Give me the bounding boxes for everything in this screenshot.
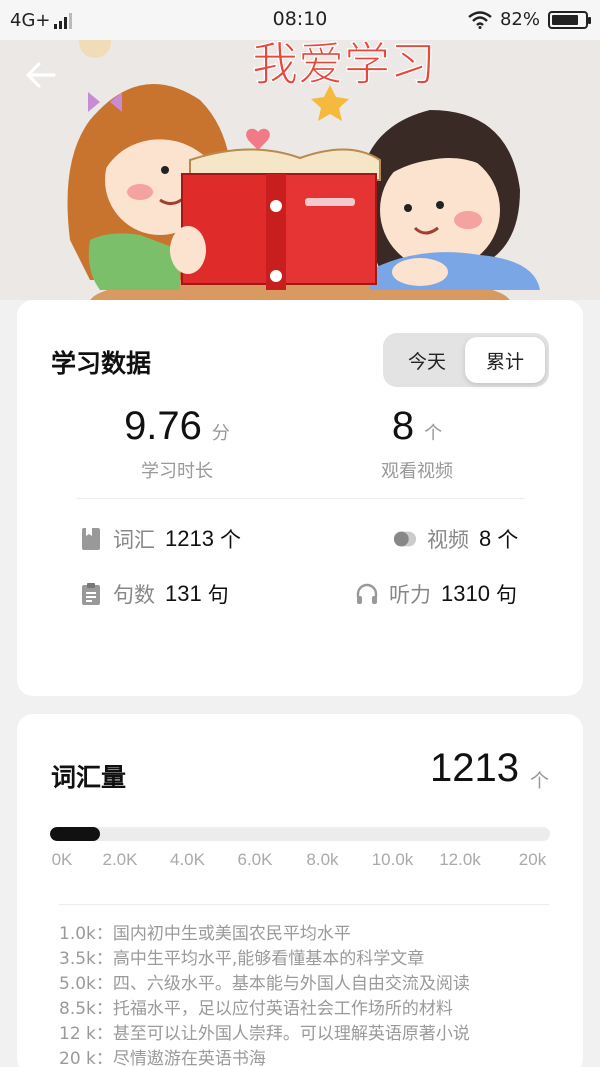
videos-metric: 8个 观看视频 xyxy=(317,404,517,483)
clipboard-icon xyxy=(79,582,103,606)
stat-videos-value: 8 xyxy=(479,526,492,551)
period-toggle: 今天 累计 xyxy=(383,333,549,387)
duration-metric: 9.76 分 学习时长 xyxy=(77,404,277,483)
book-icon xyxy=(79,527,103,551)
stat-listening-label: 听力 xyxy=(389,583,431,607)
status-bar: 4G+ 08:10 82% xyxy=(0,0,600,40)
divider xyxy=(59,904,549,905)
back-arrow-icon xyxy=(26,62,56,88)
battery-percent: 82% xyxy=(499,9,540,30)
toggle-today[interactable]: 今天 xyxy=(387,337,467,383)
videos-value: 8 xyxy=(391,404,415,448)
banner: 我爱学习 xyxy=(0,40,600,300)
stat-vocabulary-unit: 个 xyxy=(219,528,241,552)
vocabulary-level-row: 3.5k：高中生平均水平,能够看懂基本的科学文章 xyxy=(59,949,425,969)
banner-title-art: 我爱学习 xyxy=(252,40,436,91)
study-data-title: 学习数据 xyxy=(51,349,152,378)
scale-tick: 2.0K xyxy=(102,850,138,869)
study-data-card: 学习数据 今天 累计 9.76 分 学习时长 8个 观看视频 词汇 1213 个 … xyxy=(17,300,583,696)
vocabulary-unit: 个 xyxy=(529,770,549,792)
duration-label: 学习时长 xyxy=(141,461,213,482)
scale-tick: 0K xyxy=(51,850,73,869)
scale-tick: 20k xyxy=(518,850,547,869)
stat-videos-label: 视频 xyxy=(427,528,469,552)
kids-reading-illustration: 我爱学习 xyxy=(67,40,540,300)
scale-tick: 12.0k xyxy=(439,850,481,869)
vocabulary-progress-fill xyxy=(50,827,100,841)
scale-tick: 4.0K xyxy=(170,850,205,869)
vocabulary-level-row: 20 k：尽情遨游在英语书海 xyxy=(59,1049,266,1067)
vocabulary-levels: 1.0k：国内初中生或美国农民平均水平 3.5k：高中生平均水平,能够看懂基本的科… xyxy=(59,922,470,1067)
video-toggle-icon xyxy=(393,527,417,551)
back-button[interactable] xyxy=(24,58,58,92)
stat-videos: 视频 8 个 xyxy=(393,524,518,554)
stat-vocabulary-label: 词汇 xyxy=(113,528,155,552)
stat-videos-unit: 个 xyxy=(497,528,519,552)
vocabulary-value: 1213 xyxy=(430,746,519,790)
stat-sentences-value: 131 xyxy=(165,581,202,606)
vocabulary-card: 词汇量 1213 个 0K 2.0K 4.0K 6.0K 8.0k 10.0k 12.0k 2… xyxy=(17,714,583,1067)
vocabulary-level-row: 12 k：甚至可以让外国人崇拜。可以理解英语原著小说 xyxy=(59,1024,470,1044)
scale-tick: 6.0K xyxy=(237,850,273,869)
wifi-icon xyxy=(468,10,492,29)
duration-unit: 分 xyxy=(211,423,230,444)
headphones-icon xyxy=(355,582,379,606)
stat-listening: 听力 1310 句 xyxy=(355,579,517,609)
stat-vocabulary: 词汇 1213 个 xyxy=(79,524,241,554)
vocabulary-title: 词汇量 xyxy=(51,763,127,792)
stat-sentences: 句数 131 句 xyxy=(79,579,229,609)
stat-sentences-label: 句数 xyxy=(113,583,155,607)
toggle-total[interactable]: 累计 xyxy=(465,337,545,383)
videos-label: 观看视频 xyxy=(381,461,453,482)
videos-unit: 个 xyxy=(424,423,443,444)
battery-icon xyxy=(548,10,591,29)
scale-tick: 8.0k xyxy=(306,850,339,869)
vocabulary-level-row: 1.0k：国内初中生或美国农民平均水平 xyxy=(59,924,351,944)
stat-vocabulary-value: 1213 xyxy=(165,526,214,551)
vocabulary-level-row: 5.0k：四、六级水平。基本能与外国人自由交流及阅读 xyxy=(59,974,470,994)
divider xyxy=(77,498,525,499)
stat-listening-unit: 句 xyxy=(495,583,517,607)
vocabulary-level-row: 8.5k：托福水平，足以应付英语社会工作场所的材料 xyxy=(59,999,453,1019)
vocabulary-scale: 0K 2.0K 4.0K 6.0K 8.0k 10.0k 12.0k 20k xyxy=(50,850,550,874)
stat-listening-value: 1310 xyxy=(441,581,490,606)
scale-tick: 10.0k xyxy=(371,850,414,869)
stat-sentences-unit: 句 xyxy=(207,583,229,607)
battery-fill xyxy=(552,14,579,25)
vocabulary-progress xyxy=(50,827,550,841)
duration-value: 9.76 xyxy=(124,404,202,448)
